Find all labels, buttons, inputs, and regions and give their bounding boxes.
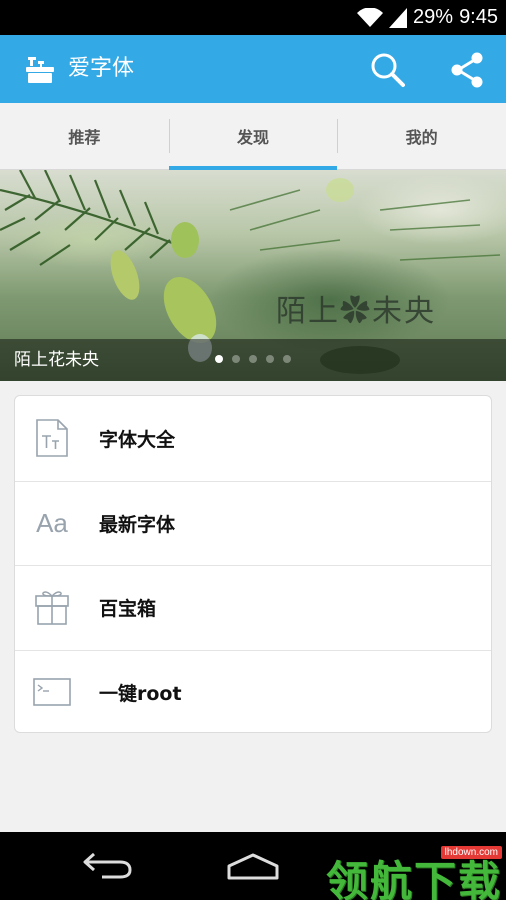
share-icon[interactable]	[447, 50, 487, 90]
battery-percent: 29%	[413, 6, 454, 28]
menu-item-one-click-root[interactable]: 一键root	[15, 649, 491, 735]
aa-font-glyph: Aa	[36, 507, 68, 538]
carousel-dot[interactable]	[266, 355, 274, 363]
banner-art-text: 陌上✿未央	[276, 294, 436, 329]
status-indicators: 29% 9:45	[357, 0, 498, 35]
menu-item-toolbox[interactable]: 百宝箱	[15, 565, 491, 650]
carousel-indicators	[215, 355, 291, 363]
signal-icon	[389, 7, 408, 28]
home-icon[interactable]	[226, 852, 280, 884]
menu-item-label: 一键root	[99, 682, 182, 705]
app-logo-icon	[24, 53, 56, 85]
app-title: 爱字体	[68, 56, 135, 81]
app-bar: 爱字体	[0, 35, 506, 103]
tab-discover[interactable]: 发现	[168, 103, 338, 170]
tab-bar: 推荐 发现 我的	[0, 103, 506, 170]
tab-mine[interactable]: 我的	[337, 103, 506, 169]
carousel-dot[interactable]	[215, 355, 223, 363]
aa-font-icon: Aa	[27, 498, 77, 548]
menu-item-new-fonts[interactable]: Aa 最新字体	[15, 480, 491, 566]
wifi-icon	[357, 7, 384, 28]
clock: 9:45	[459, 6, 498, 28]
back-icon[interactable]	[82, 850, 134, 884]
status-bar: 29% 9:45	[0, 0, 506, 35]
carousel-dot[interactable]	[283, 355, 291, 363]
menu-item-font-library[interactable]: 字体大全	[15, 396, 491, 481]
terminal-icon	[27, 667, 77, 717]
tab-recommend[interactable]: 推荐	[0, 103, 169, 169]
gift-box-icon	[27, 583, 77, 633]
font-file-icon	[27, 413, 77, 463]
banner-caption: 陌上花未央	[0, 339, 506, 381]
feature-menu: 字体大全 Aa 最新字体 百宝箱 一键root	[14, 395, 492, 733]
search-icon[interactable]	[368, 50, 408, 90]
menu-item-label: 最新字体	[99, 513, 176, 536]
banner-carousel[interactable]: 陌上✿未央 陌上花未央	[0, 170, 506, 381]
menu-item-label: 字体大全	[99, 428, 176, 451]
carousel-dot[interactable]	[232, 355, 240, 363]
site-watermark: lhdown.com 领航下载	[322, 838, 506, 900]
watermark-text: 领航下载	[326, 857, 503, 900]
carousel-dot[interactable]	[249, 355, 257, 363]
menu-item-label: 百宝箱	[99, 598, 157, 621]
banner-title: 陌上花未央	[14, 350, 99, 370]
